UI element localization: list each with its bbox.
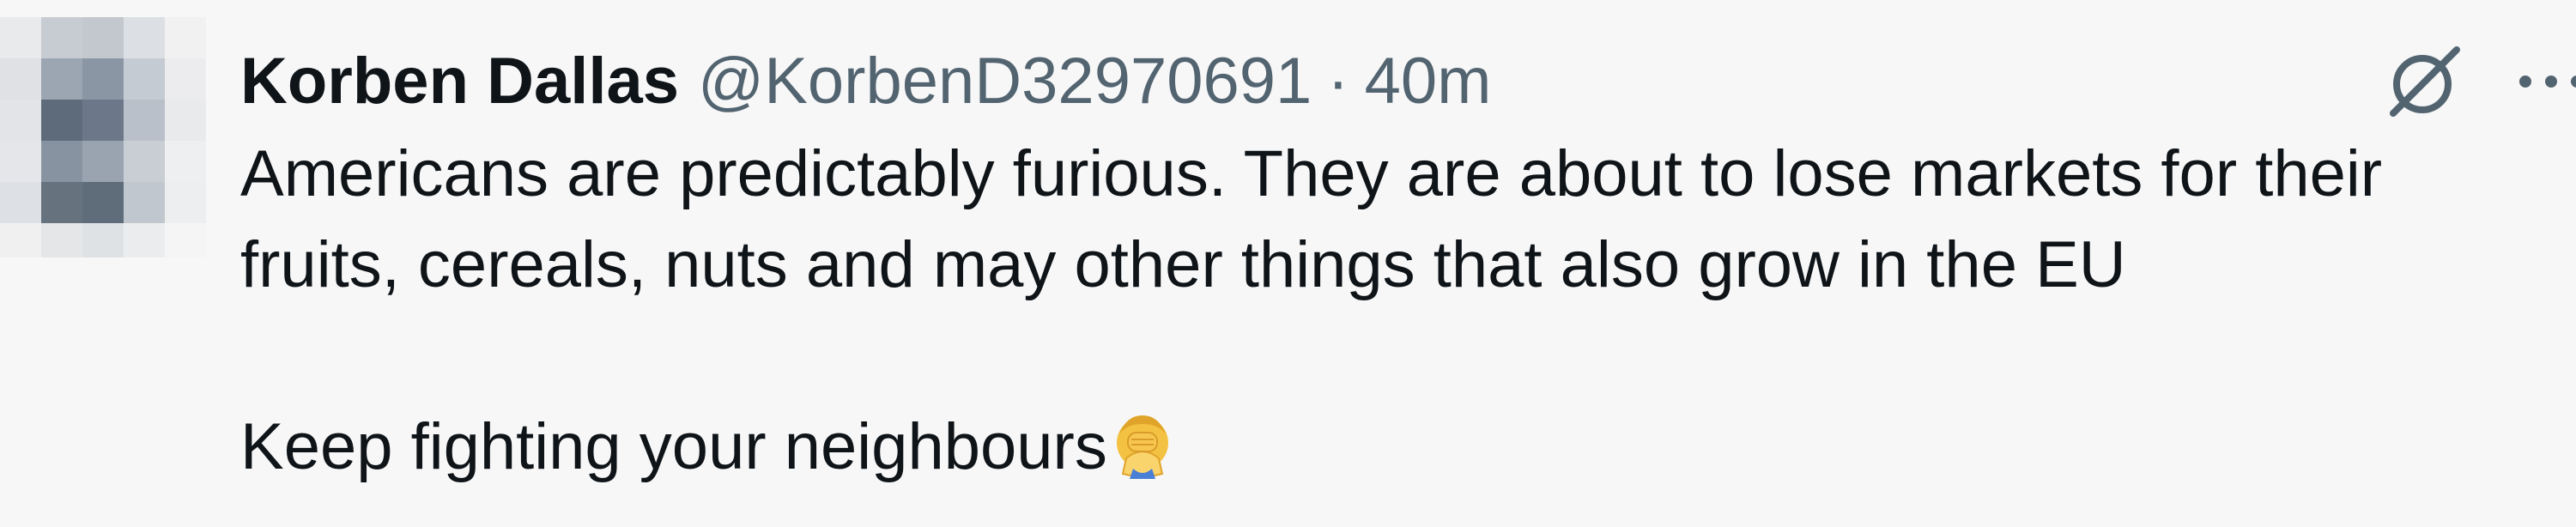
tweet-text-paragraph-1: Americans are predictably furious. They … [240,137,2383,301]
timestamp[interactable]: 40m [1365,34,1492,129]
facepalm-emoji-icon [1107,409,1178,479]
avatar[interactable] [0,17,206,257]
tweet-text-paragraph-2: Keep fighting your neighbours [240,402,2558,493]
author-name[interactable]: Korben Dallas [240,34,679,129]
more-options-icon[interactable] [2515,51,2576,112]
separator-dot: · [1327,45,1349,118]
author-handle[interactable]: @KorbenD32970691 [698,34,1312,129]
tweet-text-line-2: Keep fighting your neighbours [240,410,1107,483]
grok-icon[interactable] [2378,34,2472,129]
tweet-text: Americans are predictably furious. They … [240,129,2558,493]
tweet[interactable]: Korben Dallas @KorbenD32970691 · 40m Ame… [0,0,2576,527]
tweet-content: Korben Dallas @KorbenD32970691 · 40m Ame… [240,34,2558,493]
tweet-header: Korben Dallas @KorbenD32970691 · 40m [240,34,2558,129]
